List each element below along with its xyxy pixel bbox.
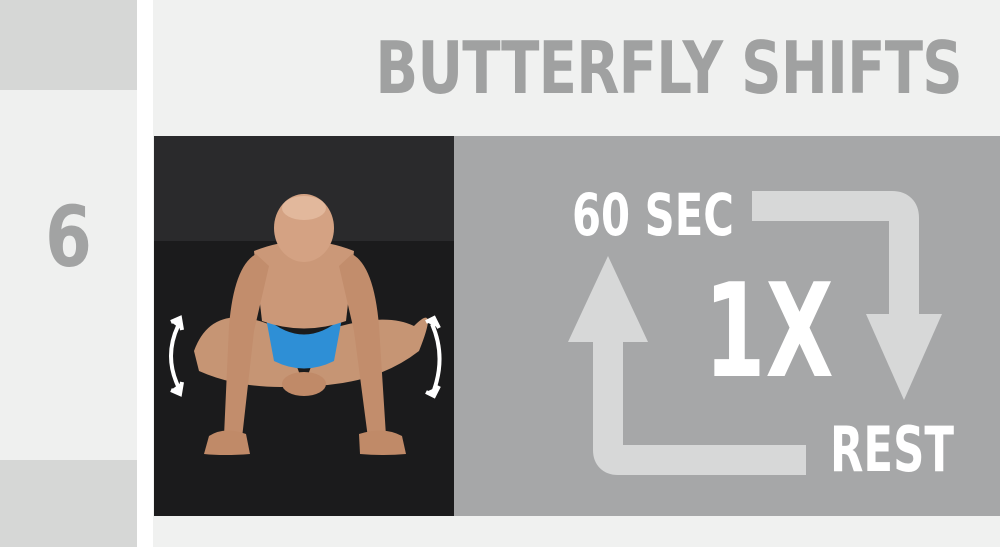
exercise-illustration (154, 136, 454, 516)
exercise-title: BUTTERFLY SHIFTS (375, 26, 962, 110)
exercise-photo (154, 136, 454, 516)
divider (137, 0, 153, 547)
reps-label: 1X (704, 255, 834, 407)
exercise-number: 6 (45, 188, 92, 286)
duration-label: 60 SEC (572, 181, 734, 249)
rest-label: REST (830, 413, 954, 486)
timer-panel: 60 SEC 1X REST (454, 136, 1000, 516)
sidebar-bottom-block (0, 460, 137, 547)
sidebar-top-block (0, 0, 137, 90)
